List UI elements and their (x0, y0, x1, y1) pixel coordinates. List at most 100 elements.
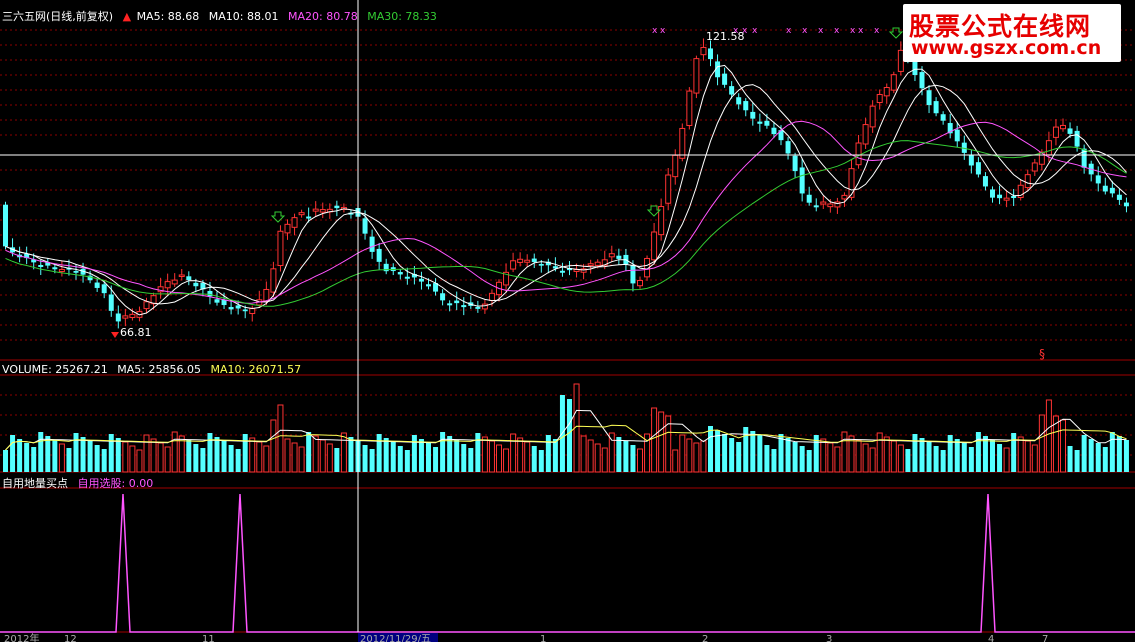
volume-bar (390, 442, 396, 472)
candle-body (454, 300, 460, 304)
volume-bar (80, 437, 86, 472)
volume-bar (94, 445, 100, 472)
volume-ma5-indicator: MA5: 25856.05 (117, 363, 201, 376)
candle-body (38, 265, 44, 267)
volume-bar (538, 450, 544, 472)
candle-body (827, 203, 834, 208)
volume-bar (52, 440, 58, 472)
volume-bar (827, 442, 834, 473)
cross-marker: x (834, 26, 840, 36)
volume-bar (750, 431, 756, 472)
candle-body (813, 205, 819, 208)
stock-chart-canvas[interactable]: xxxxxxxxxxxx 121.58 66.81 § 2012年 12 11 201… (0, 0, 1135, 642)
date-axis-label: 4 (988, 634, 994, 642)
volume-bar (249, 437, 256, 473)
volume-bar (1060, 419, 1066, 473)
volume-bar (488, 440, 495, 473)
candle-body (362, 218, 368, 234)
volume-bar (1116, 436, 1122, 472)
volume-bar (143, 434, 150, 473)
low-arrow-icon (111, 332, 119, 338)
volume-bar (580, 435, 587, 473)
candle-body (912, 61, 918, 76)
date-axis-label: 2012年 (4, 632, 39, 642)
cross-marker: x (752, 26, 758, 36)
volume-bar (905, 449, 911, 472)
candle-body (587, 263, 594, 267)
signal-marker: § (1039, 347, 1045, 361)
candle-body (616, 255, 622, 259)
volume-bar (362, 445, 368, 472)
candle-body (235, 305, 241, 309)
volume-bar (926, 442, 932, 472)
volume-bar (461, 444, 467, 472)
volume-bar (298, 446, 305, 473)
volume-bar (1095, 443, 1101, 472)
volume-bar (397, 446, 403, 472)
volume-bar (340, 432, 347, 473)
candle-body (510, 260, 517, 270)
candle-body (672, 154, 679, 178)
candle-body (426, 284, 431, 287)
candle-body (968, 155, 974, 166)
candle-body (178, 274, 185, 277)
volume-bar (919, 438, 925, 472)
volume-bar (510, 433, 517, 473)
volume-bar (454, 440, 460, 472)
volume-bar (736, 442, 742, 472)
candle-body (700, 46, 707, 56)
candle-body (869, 105, 876, 128)
candle-body (722, 73, 728, 85)
volume-bar (129, 445, 136, 473)
cross-marker: x (802, 26, 808, 36)
candle-body (115, 313, 121, 322)
volume-bars (3, 383, 1129, 473)
signal-formula-name[interactable]: 自用地量买点 (2, 477, 68, 490)
cross-marker: x (786, 26, 792, 36)
cross-marker: x (652, 26, 658, 36)
cross-marker: x (818, 26, 824, 36)
candle-body (3, 204, 8, 247)
volume-bar (608, 432, 615, 473)
grid-lines (0, 29, 1135, 633)
candle-body (58, 269, 65, 273)
volume-bar (326, 443, 333, 473)
volume-bar (841, 431, 848, 473)
candle-body (848, 168, 855, 198)
candle-body (736, 97, 742, 105)
candle-body (990, 189, 995, 198)
volume-bar (228, 445, 234, 472)
candle-body (214, 299, 220, 303)
candle-body (538, 264, 544, 266)
volume-bar (38, 432, 44, 472)
candle-body (686, 90, 693, 126)
candle-body (475, 306, 481, 309)
candle-body (306, 216, 312, 219)
volume-bar (101, 449, 107, 472)
candle-body (1123, 202, 1129, 207)
candle-body (488, 292, 495, 301)
buy-arrow-icon (270, 211, 286, 223)
date-axis-label: 11 (202, 634, 215, 642)
volume-bar (171, 431, 178, 473)
volume-bar (284, 438, 291, 473)
volume-bar (319, 439, 326, 473)
ma10-line (5, 84, 1127, 305)
volume-bar (990, 440, 995, 472)
stock-title[interactable]: 三六五网(日线,前复权) (2, 10, 113, 23)
signal-panel-header: 自用地量买点 自用选股: 0.00 (2, 477, 159, 490)
volume-bar (221, 441, 227, 472)
up-arrow-icon: ▲ (122, 10, 132, 23)
high-price-label: 121.58 (706, 30, 745, 43)
volume-bar (679, 434, 686, 473)
ma30-indicator: MA30: 78.33 (367, 10, 437, 23)
candle-body (418, 278, 424, 282)
candle-body (750, 111, 756, 119)
volume-bar (1102, 447, 1108, 472)
candle-body (461, 305, 467, 308)
volume-bar (799, 446, 805, 472)
volume-bar (933, 446, 939, 472)
candle-body (997, 194, 1003, 199)
volume-bar (73, 433, 79, 472)
volume-bar (693, 442, 700, 473)
